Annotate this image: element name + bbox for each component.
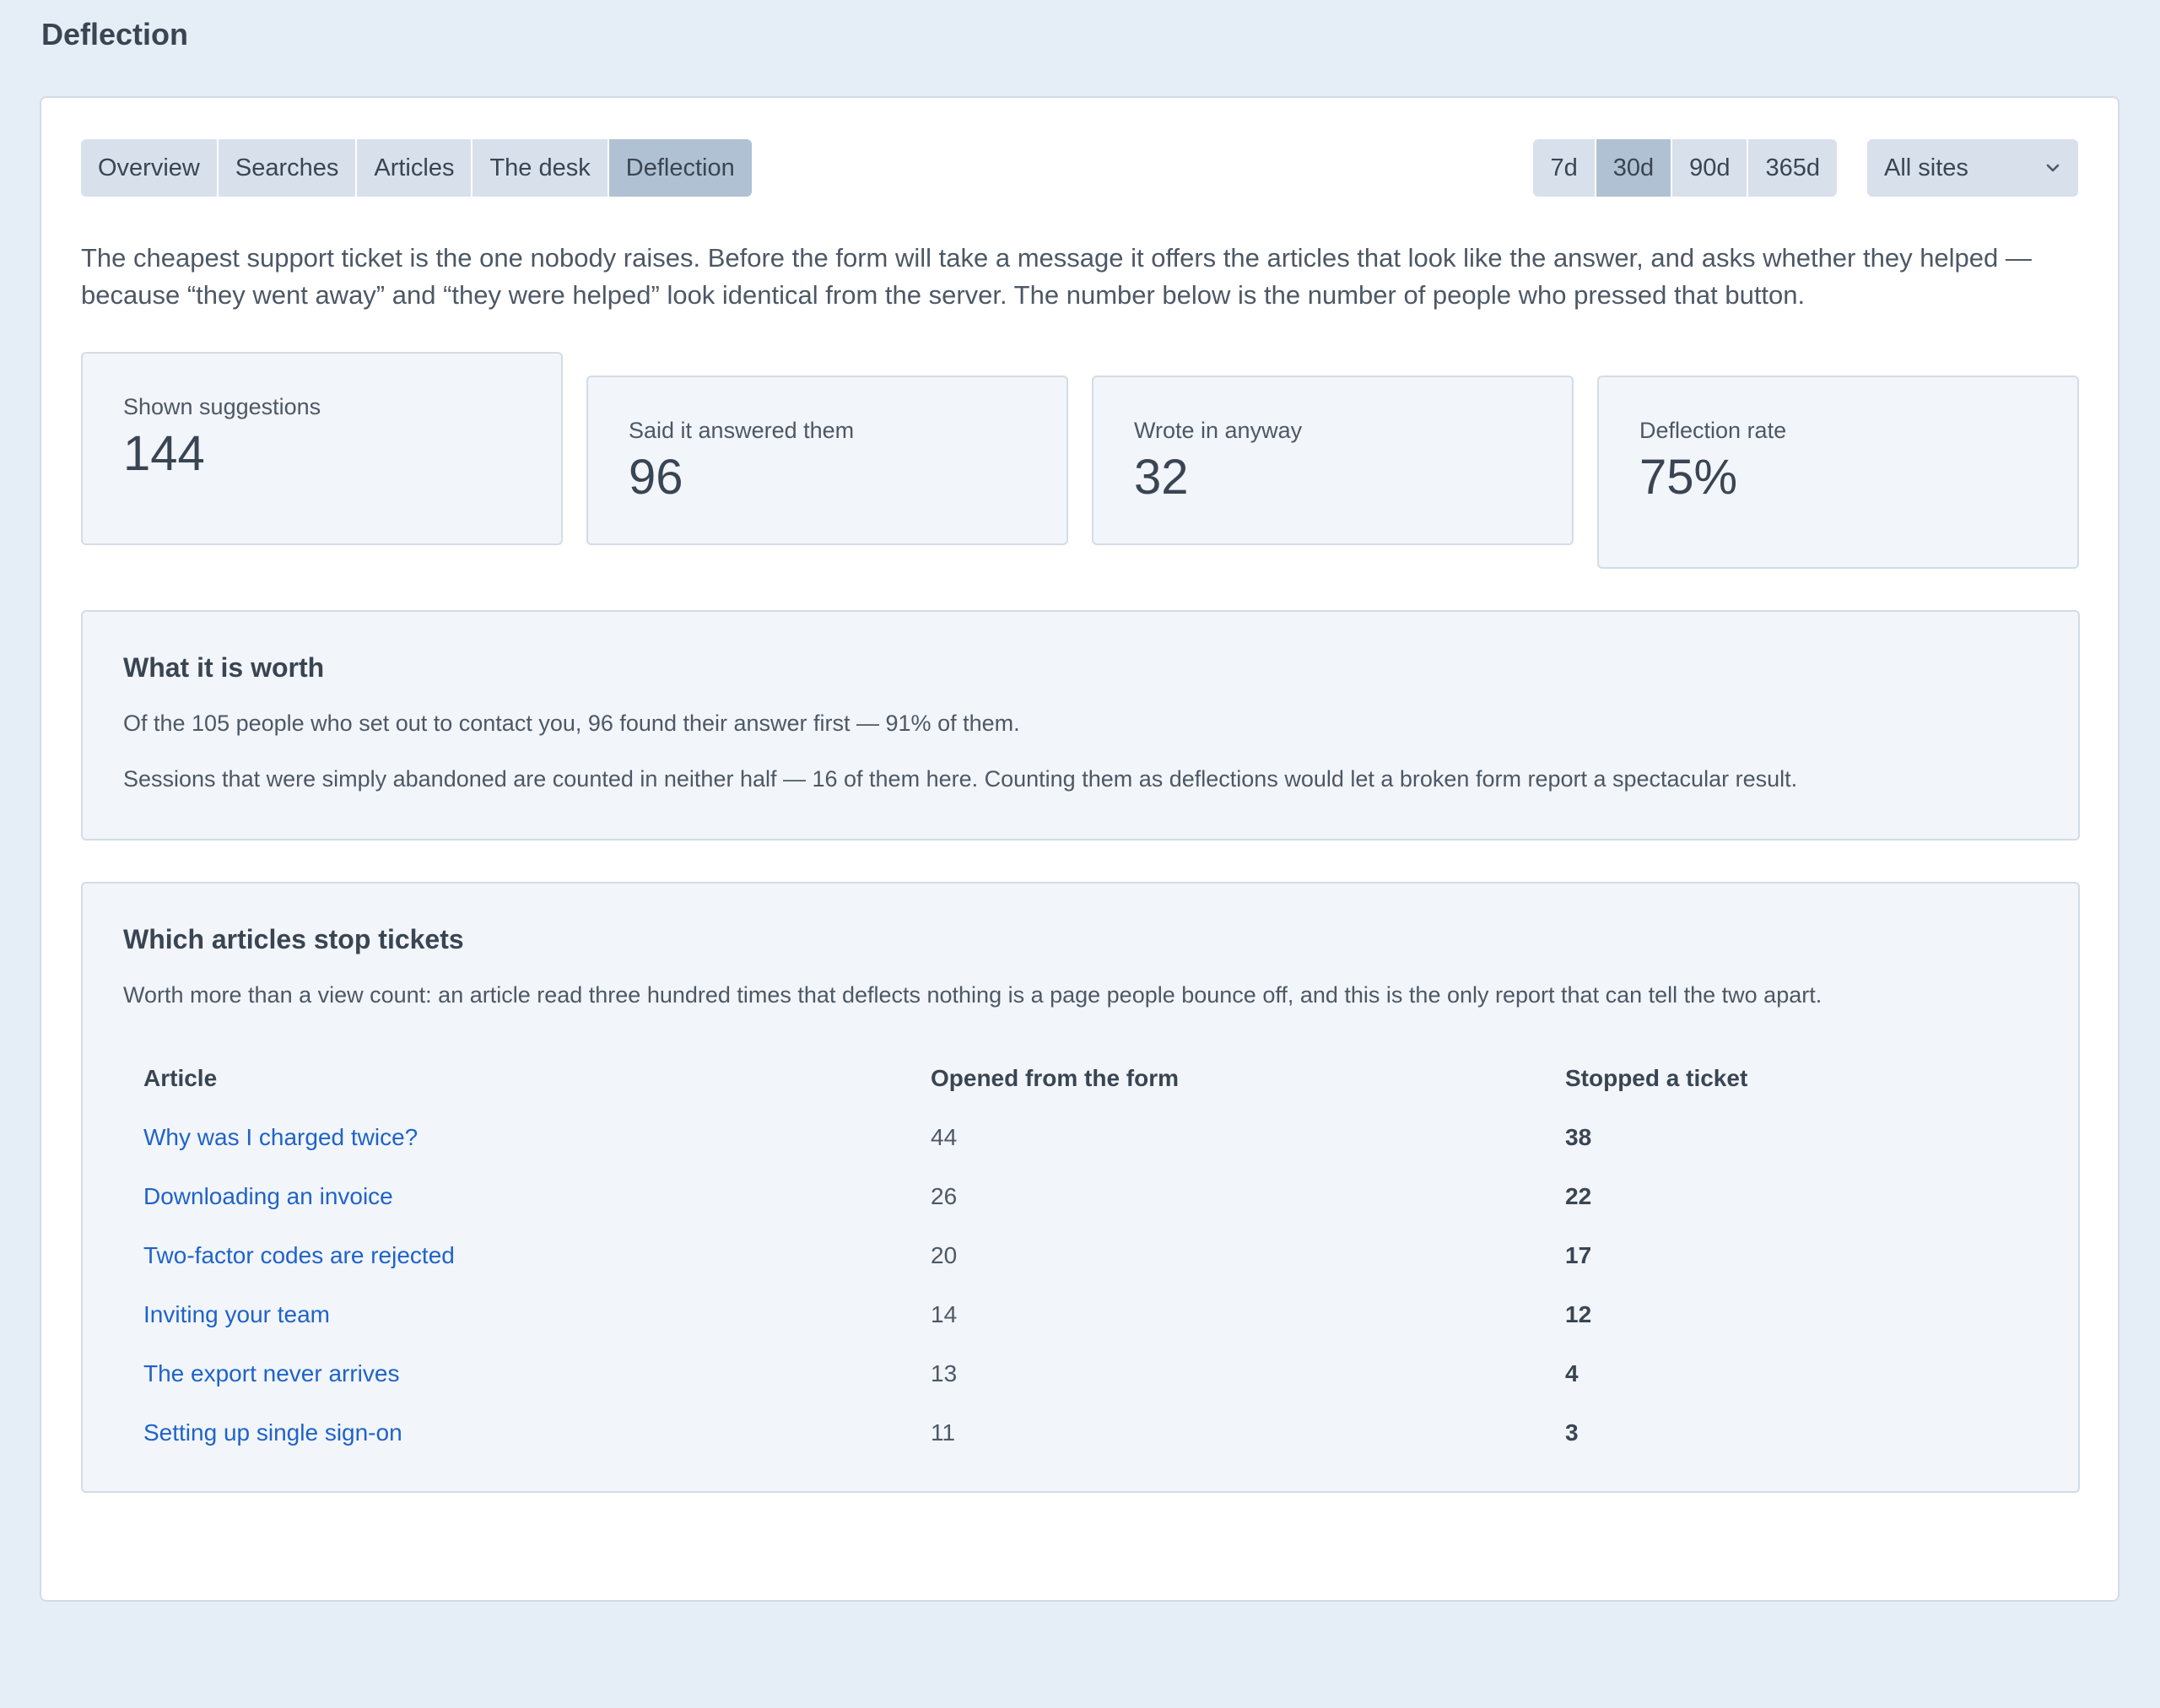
stat-shown-suggestions: Shown suggestions 144	[81, 352, 563, 545]
table-row: Inviting your team 14 12	[123, 1285, 2040, 1344]
worth-summary: Of the 105 people who set out to contact…	[123, 711, 1020, 736]
article-link[interactable]: Downloading an invoice	[143, 1183, 393, 1209]
tab-the-desk[interactable]: The desk	[472, 139, 609, 197]
opened-count: 11	[931, 1419, 956, 1446]
tab-searches[interactable]: Searches	[218, 139, 358, 197]
stopped-count: 3	[1565, 1419, 1579, 1446]
intro-text: The cheapest support ticket is the one n…	[81, 243, 2032, 310]
tab-deflection[interactable]: Deflection	[608, 139, 752, 197]
stat-value: 96	[629, 450, 683, 505]
range-selector: 7d 30d 90d 365d	[1533, 139, 1837, 197]
stat-said-it-answered-them: Said it answered them 96	[586, 376, 1068, 545]
articles-title: Which articles stop tickets	[123, 924, 464, 954]
table-header-row: Article Opened from the form Stopped a t…	[123, 1049, 2040, 1108]
stat-label: Wrote in anyway	[1134, 418, 1303, 443]
article-link[interactable]: Setting up single sign-on	[143, 1419, 402, 1446]
opened-count: 44	[931, 1124, 958, 1150]
opened-count: 26	[931, 1183, 958, 1209]
stat-label: Shown suggestions	[123, 394, 321, 419]
stat-label: Deflection rate	[1639, 418, 1787, 443]
articles-description: Worth more than a view count: an article…	[123, 982, 1822, 1008]
opened-count: 14	[931, 1301, 958, 1327]
stopped-count: 17	[1565, 1242, 1592, 1268]
article-link[interactable]: Why was I charged twice?	[143, 1124, 418, 1150]
stat-value: 32	[1134, 450, 1189, 505]
table-row: Setting up single sign-on 11 3	[123, 1403, 2040, 1462]
stat-value: 75%	[1639, 450, 1738, 505]
stopped-count: 38	[1565, 1124, 1592, 1150]
chevron-down-icon	[2046, 164, 2060, 172]
table-row: Downloading an invoice 26 22	[123, 1167, 2040, 1226]
stopped-count: 12	[1565, 1301, 1592, 1327]
table-row: The export never arrives 13 4	[123, 1344, 2040, 1403]
tab-articles[interactable]: Articles	[357, 139, 473, 197]
stat-label: Said it answered them	[629, 418, 855, 443]
page-title: Deflection	[41, 17, 189, 51]
stat-wrote-in-anyway: Wrote in anyway 32	[1092, 376, 1574, 545]
site-select-value: All sites	[1884, 154, 1968, 181]
column-header-opened: Opened from the form	[931, 1065, 1180, 1091]
article-link[interactable]: Two-factor codes are rejected	[143, 1242, 455, 1268]
article-link[interactable]: The export never arrives	[143, 1360, 399, 1386]
table-row: Two-factor codes are rejected 20 17	[123, 1226, 2040, 1285]
opened-count: 13	[931, 1360, 958, 1386]
range-30d[interactable]: 30d	[1596, 139, 1673, 197]
worth-note: Sessions that were simply abandoned are …	[123, 766, 1798, 792]
toolbar: Overview Searches Articles The desk Defl…	[81, 139, 2078, 197]
column-header-stopped: Stopped a ticket	[1565, 1065, 1748, 1091]
table-row: Why was I charged twice? 44 38	[123, 1108, 2040, 1167]
range-365d[interactable]: 365d	[1748, 139, 1837, 197]
report-card: Overview Searches Articles The desk Defl…	[40, 96, 2120, 1602]
tab-overview[interactable]: Overview	[81, 139, 219, 197]
opened-count: 20	[931, 1242, 958, 1268]
article-link[interactable]: Inviting your team	[143, 1301, 330, 1327]
articles-table: Article Opened from the form Stopped a t…	[123, 1049, 2040, 1462]
articles-panel: Which articles stop tickets Worth more t…	[81, 882, 2080, 1493]
worth-panel: What it is worth Of the 105 people who s…	[81, 610, 2080, 840]
stat-deflection-rate: Deflection rate 75%	[1597, 376, 2079, 569]
stopped-count: 22	[1565, 1183, 1592, 1209]
site-select[interactable]: All sites	[1867, 139, 2078, 197]
column-header-article: Article	[143, 1065, 218, 1091]
worth-title: What it is worth	[123, 652, 325, 683]
stat-value: 144	[123, 426, 205, 481]
range-7d[interactable]: 7d	[1533, 139, 1596, 197]
stopped-count: 4	[1565, 1360, 1579, 1386]
range-90d[interactable]: 90d	[1672, 139, 1749, 197]
report-tabs: Overview Searches Articles The desk Defl…	[81, 139, 752, 197]
